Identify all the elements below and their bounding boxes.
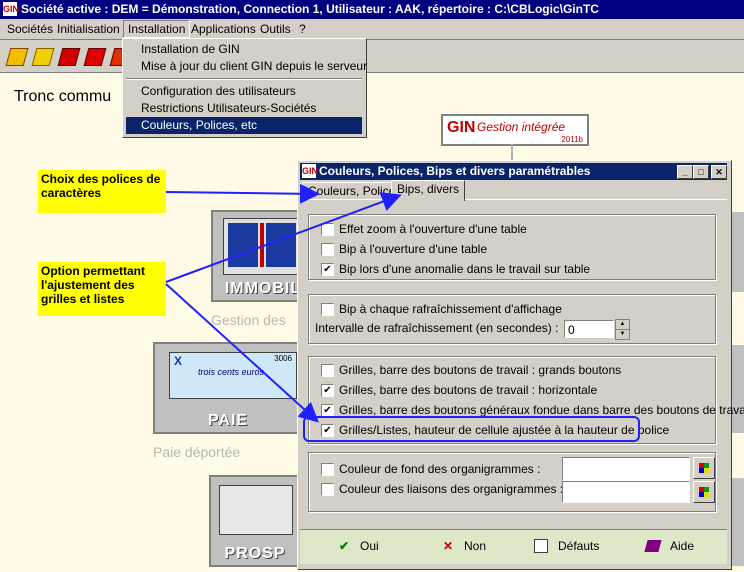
minimize-button[interactable]: _ (677, 165, 693, 179)
dialog-title-bar: GIN Couleurs, Polices, Bips et divers pa… (300, 163, 727, 180)
oui-button[interactable]: ✔ Oui (336, 534, 396, 558)
group-organigrammes: Couleur de fond des organigrammes : Coul… (308, 452, 716, 512)
app-logo-icon: GIN (3, 2, 20, 16)
checkbox-box[interactable] (321, 364, 334, 377)
checkbox-box[interactable] (321, 303, 334, 316)
defaults-icon (534, 539, 548, 553)
menu-separator (126, 78, 362, 80)
menu-applications[interactable]: Applications (187, 21, 260, 37)
tile-right-3 (730, 478, 744, 566)
cheque-text: trois cents euros (198, 367, 265, 377)
dialog-button-bar: ✔ Oui ✕ Non Défauts Aide (300, 529, 727, 564)
red-bar (260, 223, 264, 267)
note-grilles: Option permettant l'ajustement des grill… (38, 262, 166, 316)
tile-paie[interactable]: X 3006 trois cents euros PAIE (153, 342, 303, 434)
tab-bips-divers[interactable]: Bips, divers (391, 180, 466, 201)
toolbar-button-4[interactable] (82, 44, 107, 68)
help-book-icon (644, 540, 662, 552)
defauts-button[interactable]: Défauts (534, 534, 604, 558)
app-title: Société active : DEM = Démonstration, Co… (21, 2, 599, 16)
red-tool-icon (83, 48, 107, 66)
gin-logo-main: GIN (447, 119, 476, 136)
tile-prospection[interactable]: PROSP (209, 475, 301, 567)
highlight-outline (303, 416, 640, 442)
color-picker-fond-button[interactable] (693, 457, 715, 479)
non-button[interactable]: ✕ Non (440, 534, 500, 558)
menu-item-couleurs-polices[interactable]: Couleurs, Polices, etc (126, 117, 362, 134)
gin-logo-subtitle: Gestion intégrée (477, 120, 566, 134)
toolbar-button-1[interactable] (4, 44, 29, 68)
menu-outils[interactable]: Outils (256, 21, 295, 37)
arrow-to-couleurs-tab (165, 183, 320, 204)
interval-input[interactable]: 0 (564, 320, 614, 338)
menu-item-mise-a-jour[interactable]: Mise à jour du client GIN depuis le serv… (126, 58, 367, 75)
checkbox-box[interactable] (321, 223, 334, 236)
spin-down-icon[interactable]: ▼ (615, 329, 630, 340)
prospection-image (219, 485, 293, 535)
group-table-options: Effet zoom à l'ouverture d'une table Bip… (308, 214, 716, 280)
color-grid-cell (704, 468, 709, 473)
tile-right-2 (730, 345, 744, 433)
group-refresh: Bip à chaque rafraîchissement d'affichag… (308, 294, 716, 344)
menu-bar: Sociétés Initialisation Installation App… (0, 19, 744, 40)
checkbox-box[interactable]: ✔ (321, 384, 334, 397)
tile-paie-label: PAIE (207, 412, 249, 429)
installation-dropdown: Installation de GIN Mise à jour du clien… (122, 38, 367, 138)
red-book-icon (57, 48, 81, 66)
toolbar-button-2[interactable] (30, 44, 55, 68)
checkbox-box[interactable] (321, 243, 334, 256)
dialog-title: Couleurs, Polices, Bips et divers paramé… (319, 164, 591, 178)
note-polices: Choix des polices de caractères (38, 170, 166, 213)
menu-help[interactable]: ? (295, 21, 310, 37)
menu-item-config-utilisateurs[interactable]: Configuration des utilisateurs (126, 83, 362, 100)
page-heading: Tronc commu (14, 88, 112, 105)
close-button[interactable]: ✕ (711, 165, 727, 179)
gin-logo-year: 2011b (561, 135, 583, 144)
dialog-logo-icon: GIN (302, 164, 319, 178)
yellow-arrow-icon (5, 48, 29, 66)
menu-item-restrictions[interactable]: Restrictions Utilisateurs-Sociétés (126, 100, 362, 117)
menu-installation[interactable]: Installation (123, 20, 191, 38)
menu-item-installation-gin[interactable]: Installation de GIN (126, 41, 362, 58)
settings-dialog: GIN Couleurs, Polices, Bips et divers pa… (297, 160, 744, 570)
checkmark-icon: ✔ (338, 539, 350, 553)
interval-label: Intervalle de rafraîchissement (en secon… (315, 321, 559, 335)
blue-panel (228, 223, 258, 267)
checkbox-box[interactable] (321, 463, 334, 476)
swatch-liaisons (562, 481, 690, 503)
checkbox-box[interactable]: ✔ (321, 263, 334, 276)
tile-prosp-label: PROSP (224, 545, 286, 562)
tile-right-1 (730, 212, 744, 292)
gray-gestion: Gestion des (211, 312, 286, 328)
blue-panel-2 (266, 223, 296, 267)
color-grid-cell (704, 492, 709, 497)
yellow-book-icon (31, 48, 55, 66)
gray-paie-deportee: Paie déportée (153, 444, 241, 460)
cheque-x-icon: X (174, 354, 183, 368)
aide-button[interactable]: Aide (644, 534, 706, 558)
toolbar-button-3[interactable] (56, 44, 81, 68)
cheque-number: 3006 (274, 354, 292, 363)
app-title-bar: GIN Société active : DEM = Démonstration… (0, 0, 744, 19)
maximize-button[interactable]: □ (693, 165, 709, 179)
tab-panel: Effet zoom à l'ouverture d'une table Bip… (300, 199, 744, 566)
cheque-image: X 3006 trois cents euros (169, 352, 297, 399)
color-picker-liaisons-button[interactable] (693, 481, 715, 503)
checkbox-box[interactable] (321, 483, 334, 496)
menu-societes[interactable]: Sociétés (3, 21, 57, 37)
toolbar (0, 40, 744, 73)
satellite-dish-icon (223, 218, 303, 275)
gin-logo: GIN Gestion intégrée 2011b (441, 114, 589, 146)
swatch-fond (562, 457, 690, 481)
cross-icon: ✕ (442, 539, 454, 553)
menu-initialisation[interactable]: Initialisation (53, 21, 124, 37)
